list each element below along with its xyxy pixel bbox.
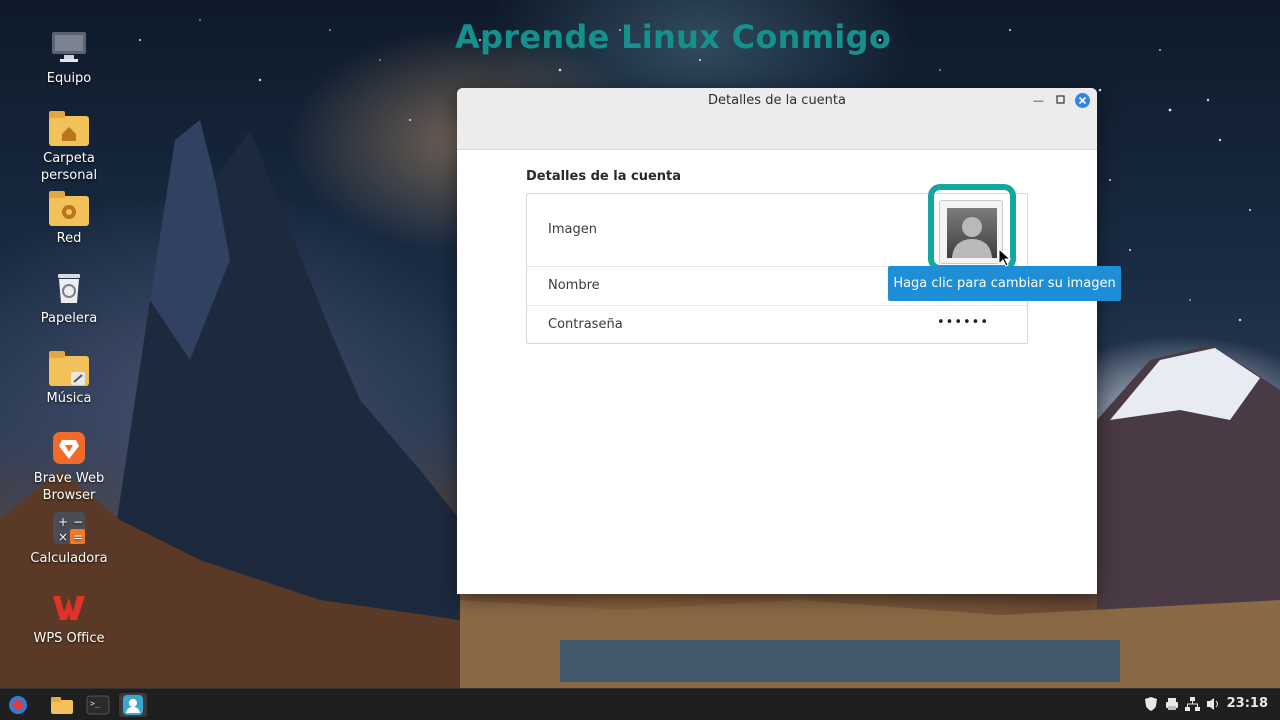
desktop-icon-equipo[interactable]: Equipo <box>24 28 114 87</box>
taskbar: >_ 23:18 <box>0 688 1280 720</box>
computer-icon <box>49 28 89 68</box>
image-label: Imagen <box>548 222 597 237</box>
svg-text:>_: >_ <box>90 699 100 708</box>
home-folder-icon <box>49 108 89 148</box>
svg-text:−: − <box>73 515 83 529</box>
avatar-placeholder-icon <box>947 208 997 258</box>
desktop-icon-label: Equipo <box>46 71 92 86</box>
account-details-window: Detalles de la cuenta — Detalles de la c… <box>457 88 1097 594</box>
start-menu-button[interactable] <box>4 693 32 717</box>
shield-icon[interactable] <box>1144 696 1158 716</box>
password-row[interactable]: Contraseña •••••• <box>527 306 1027 345</box>
desktop-icon-label: Red <box>56 231 82 246</box>
user-account-icon <box>123 695 143 715</box>
avatar-button[interactable] <box>939 200 1003 264</box>
desktop-icon-label: Brave Web Browser <box>33 471 105 503</box>
trash-icon <box>49 268 89 308</box>
name-label: Nombre <box>548 278 600 293</box>
maximize-icon <box>1056 95 1065 104</box>
svg-text:=: = <box>73 530 83 544</box>
desktop-icon-label: Música <box>46 391 92 406</box>
calculator-icon: + − × = <box>49 508 89 548</box>
desktop-icon-label: Papelera <box>40 311 98 326</box>
section-title: Detalles de la cuenta <box>526 169 682 184</box>
mouse-cursor-icon <box>998 248 1012 267</box>
folder-icon <box>51 697 73 714</box>
desktop-icon-label: WPS Office <box>33 631 105 646</box>
brave-browser-icon <box>49 428 89 468</box>
clock[interactable]: 23:18 <box>1227 696 1268 711</box>
wps-office-icon <box>49 588 89 628</box>
desktop-icon-label: Carpeta personal <box>40 151 98 183</box>
printer-icon[interactable] <box>1165 696 1179 716</box>
avatar-tooltip: Haga clic para cambiar su imagen <box>888 266 1121 301</box>
desktop-icon-carpeta-personal[interactable]: Carpeta personal <box>24 108 114 184</box>
terminal-icon: >_ <box>86 695 110 715</box>
terminal-launcher[interactable]: >_ <box>84 693 112 717</box>
volume-icon[interactable] <box>1206 696 1220 716</box>
svg-text:×: × <box>58 530 68 544</box>
brand-title: Aprende Linux Conmigo <box>455 18 892 56</box>
window-title: Detalles de la cuenta <box>708 93 846 108</box>
desktop-icon-papelera[interactable]: Papelera <box>24 268 114 327</box>
desktop-icon-wps[interactable]: WPS Office <box>24 588 114 647</box>
files-launcher[interactable] <box>48 693 76 717</box>
network-icon[interactable] <box>1185 696 1200 716</box>
desktop-icon-calculadora[interactable]: + − × = Calculadora <box>24 508 114 567</box>
close-button[interactable] <box>1075 93 1090 108</box>
account-details-task[interactable] <box>119 693 147 717</box>
desktop-icon-brave[interactable]: Brave Web Browser <box>24 428 114 504</box>
window-titlebar[interactable]: Detalles de la cuenta — <box>457 88 1097 150</box>
password-value[interactable]: •••••• <box>937 315 989 330</box>
minimize-button[interactable]: — <box>1033 94 1044 107</box>
desktop-icon-red[interactable]: Red <box>24 188 114 247</box>
desktop-icon-label: Calculadora <box>30 551 108 566</box>
network-folder-icon <box>49 188 89 228</box>
close-icon <box>1078 96 1087 105</box>
start-menu-icon <box>9 696 27 714</box>
password-label: Contraseña <box>548 317 623 332</box>
desktop-icon-musica[interactable]: Música <box>24 348 114 407</box>
music-folder-icon <box>49 348 89 388</box>
maximize-button[interactable] <box>1056 94 1065 107</box>
svg-text:+: + <box>58 515 68 529</box>
